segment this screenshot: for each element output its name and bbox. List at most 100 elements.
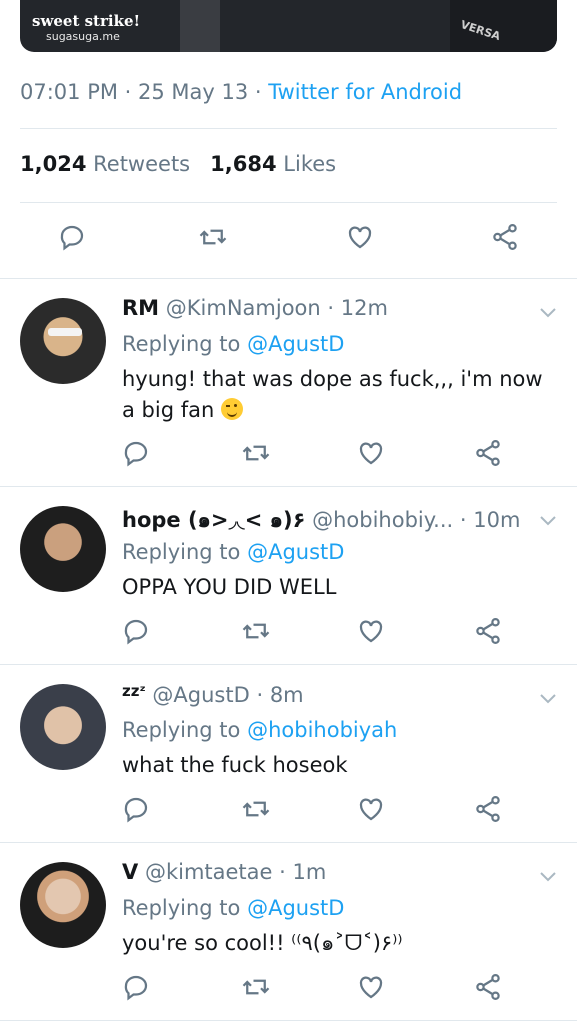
reply-header: zzᶻ @AgustD · 8m [122,682,304,707]
heart-icon [359,620,383,643]
reply-icon [124,797,148,823]
like-button[interactable] [354,614,388,648]
tweet-time: 07:01 PM [20,80,118,104]
reply-header: V @kimtaetae · 1m [122,860,327,884]
display-name[interactable]: zzᶻ [122,682,146,700]
display-name[interactable]: hope (๑>◞◟< ๑)۶ [122,508,305,532]
reply-icon [124,441,148,467]
share-icon [476,618,500,644]
share-icon [493,224,517,250]
reply-tweet[interactable]: V @kimtaetae · 1m Replying to @AgustD yo… [0,842,577,1020]
reply-text: you're so cool!! ⁽⁽٩(๑˃ᗜ˂)۶⁾⁾ [122,931,403,955]
reply-tweet[interactable]: hope (๑>◞◟< ๑)۶ @hobihobiy... · 10m Repl… [0,486,577,664]
retweet-button[interactable] [196,220,230,254]
avatar[interactable] [20,298,106,384]
reply-header: RM @KimNamjoon · 12m [122,296,388,320]
user-handle[interactable]: @kimtaetae [145,860,273,884]
share-button[interactable] [471,614,505,648]
heart-icon [359,976,383,999]
replying-to: Replying to @AgustD [122,540,345,564]
reply-time: 8m [269,683,304,707]
display-name[interactable]: V [122,860,138,884]
retweet-icon [199,229,227,245]
chevron-down-icon[interactable] [536,686,560,710]
share-button[interactable] [488,220,522,254]
like-button[interactable] [354,436,388,470]
retweet-icon [242,445,270,461]
retweet-icon [242,801,270,817]
replying-to-handle[interactable]: @hobihobiyah [247,718,397,742]
heart-icon [359,442,383,465]
media-caption-url: sugasuga.me [46,30,120,43]
reply-button[interactable] [119,436,153,470]
reply-icon [124,619,148,645]
reply-action-bar [0,614,577,654]
share-icon [476,796,500,822]
retweet-icon [242,979,270,995]
reply-icon [124,975,148,1001]
reply-time: 12m [340,296,388,320]
reply-button[interactable] [55,220,89,254]
like-button[interactable] [354,792,388,826]
heart-icon [359,798,383,821]
chevron-down-icon[interactable] [536,508,560,532]
reply-tweet[interactable]: zzᶻ @AgustD · 8m Replying to @hobihobiya… [0,664,577,842]
reply-action-bar [0,970,577,1010]
replying-to: Replying to @hobihobiyah [122,718,398,742]
retweet-button[interactable] [239,792,273,826]
reply-time: 1m [292,860,327,884]
reply-time: 10m [473,508,521,532]
retweet-button[interactable] [239,436,273,470]
share-icon [476,440,500,466]
avatar-glasses [48,328,82,336]
heart-icon [348,226,372,249]
display-name[interactable]: RM [122,296,159,320]
divider [0,1020,577,1021]
like-button[interactable] [354,970,388,1004]
like-button[interactable] [343,220,377,254]
tweet-timestamp: 07:01 PM · 25 May 13 · Twitter for Andro… [20,80,463,104]
reply-text: OPPA YOU DID WELL [122,575,337,599]
avatar[interactable] [20,506,106,592]
share-button[interactable] [471,970,505,1004]
reply-action-bar [0,436,577,476]
avatar[interactable] [20,862,106,948]
replying-to: Replying to @AgustD [122,332,345,356]
retweet-icon [242,623,270,639]
tweet-source-link[interactable]: Twitter for Android [268,80,462,104]
chevron-down-icon[interactable] [536,864,560,888]
retweet-button[interactable] [239,614,273,648]
reply-button[interactable] [119,970,153,1004]
reply-text: what the fuck hoseok [122,753,348,777]
tweet-date: 25 May 13 [138,80,249,104]
share-button[interactable] [471,792,505,826]
likes-stat[interactable]: 1,684 Likes [210,152,336,176]
tweet-media-image[interactable]: sweet strike! sugasuga.me VERSA [20,0,557,52]
share-icon [476,974,500,1000]
reply-text: hyung! that was dope as fuck,,, i'm now … [122,367,543,422]
reply-icon [60,225,84,251]
retweet-button[interactable] [239,970,273,1004]
avatar[interactable] [20,684,106,770]
user-handle[interactable]: @KimNamjoon [166,296,321,320]
chevron-down-icon[interactable] [536,300,560,324]
reply-action-bar [0,792,577,832]
user-handle[interactable]: @hobihobiy... [312,508,453,532]
share-button[interactable] [471,436,505,470]
wink-emoji-icon [220,398,243,420]
replying-to: Replying to @AgustD [122,896,345,920]
reply-header: hope (๑>◞◟< ๑)۶ @hobihobiy... · 10m [122,508,521,532]
main-action-bar [0,220,577,260]
reply-button[interactable] [119,614,153,648]
retweets-stat[interactable]: 1,024 Retweets [20,152,190,176]
replying-to-handle[interactable]: @AgustD [247,540,344,564]
tweet-stats: 1,024 Retweets 1,684 Likes [20,152,336,176]
divider [20,202,557,203]
media-caption-title: sweet strike! [32,12,141,30]
reply-button[interactable] [119,792,153,826]
user-handle[interactable]: @AgustD [152,683,249,707]
media-decoration [180,0,220,52]
replying-to-handle[interactable]: @AgustD [247,896,344,920]
replying-to-handle[interactable]: @AgustD [247,332,344,356]
reply-tweet[interactable]: RM @KimNamjoon · 12m Replying to @AgustD… [0,278,577,486]
